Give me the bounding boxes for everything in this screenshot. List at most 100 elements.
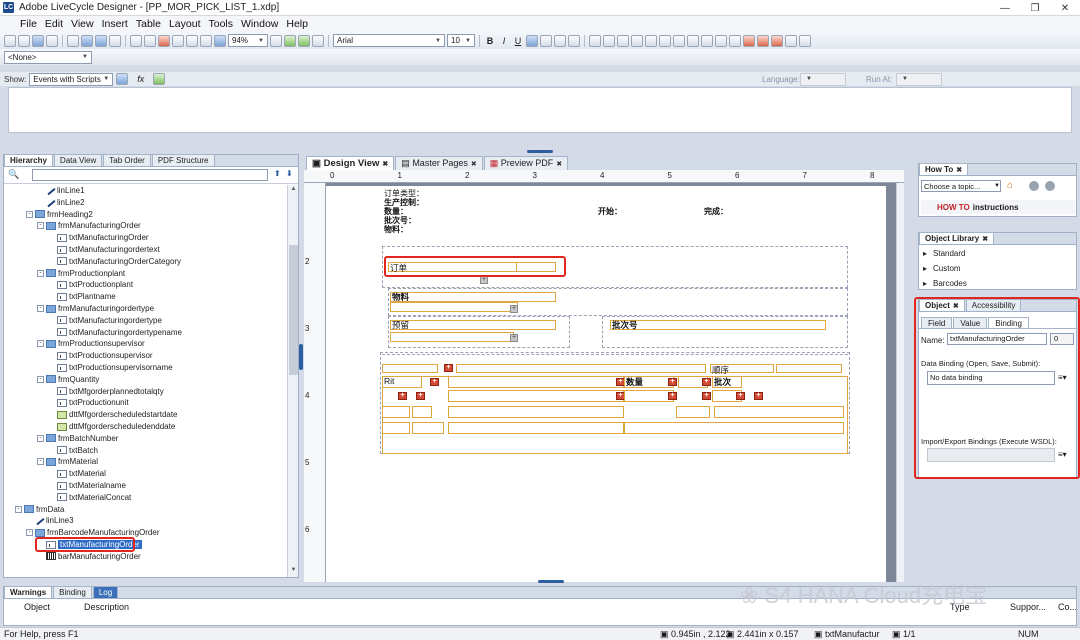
zoom-in-icon[interactable]: [270, 34, 282, 47]
menu-layout[interactable]: Layout: [165, 18, 205, 30]
menu-window[interactable]: Window: [237, 18, 282, 30]
bold-button[interactable]: B: [484, 36, 496, 46]
expand-icon[interactable]: +: [510, 334, 518, 342]
align-left-icon[interactable]: [526, 34, 538, 47]
expand-icon[interactable]: +: [416, 392, 425, 400]
scroll-up-icon[interactable]: ▲: [289, 186, 298, 195]
check-syntax-icon[interactable]: [153, 73, 166, 85]
splitter-handle[interactable]: [527, 150, 553, 153]
tab-log[interactable]: Log: [92, 586, 119, 598]
refresh-icon[interactable]: [298, 34, 310, 47]
scroll-down-icon[interactable]: ▼: [289, 567, 298, 576]
scrollbar-thumb[interactable]: [289, 245, 298, 375]
design-canvas[interactable]: 订单类型： 生产控制： 数量： 批次号： 物料： 开始： 完成： 订单 + 物料…: [304, 170, 904, 582]
collapse-icon[interactable]: -: [15, 505, 22, 513]
tree-item[interactable]: txtManufacturingordertype: [57, 315, 162, 326]
grid-icon[interactable]: [130, 34, 142, 47]
tree-item[interactable]: - frmProductionsupervisor: [37, 338, 145, 349]
tree-item[interactable]: txtProductionunit: [57, 397, 129, 408]
close-button[interactable]: ✕: [1050, 0, 1080, 16]
menu-help[interactable]: Help: [282, 18, 312, 30]
tools-icon[interactable]: [312, 34, 324, 47]
show-events-select[interactable]: Events with Scripts ▼: [29, 72, 114, 86]
expand-icon[interactable]: +: [702, 392, 711, 400]
expand-icon[interactable]: +: [668, 378, 677, 386]
italic-button[interactable]: I: [498, 36, 510, 46]
redo-icon[interactable]: [95, 34, 107, 47]
zoom-out-icon[interactable]: [214, 34, 226, 47]
cell[interactable]: [448, 376, 624, 388]
tab-binding[interactable]: Binding: [53, 586, 92, 598]
cell[interactable]: [676, 406, 710, 418]
hierarchy-scrollbar[interactable]: ▲ ▼: [287, 185, 298, 577]
table-icon[interactable]: [144, 34, 156, 47]
font-name-select[interactable]: Arial ▼: [333, 34, 445, 47]
script-editor[interactable]: [8, 87, 1072, 133]
open-icon[interactable]: [18, 34, 30, 47]
column-object[interactable]: Object: [24, 602, 50, 612]
bottom-splitter-handle[interactable]: [538, 580, 564, 583]
field-batch[interactable]: [610, 320, 826, 330]
search-icon[interactable]: 🔍: [8, 169, 19, 179]
collapse-icon[interactable]: -: [37, 458, 44, 466]
tree-item[interactable]: - frmMaterial: [37, 456, 98, 467]
collapse-icon[interactable]: -: [37, 375, 44, 383]
align-objects-top-icon[interactable]: [617, 34, 629, 47]
cell[interactable]: [776, 364, 842, 373]
home-icon[interactable]: ⌂: [1007, 180, 1013, 191]
tab-design-view[interactable]: ▣ Design View ✖: [306, 156, 395, 170]
cell[interactable]: [382, 406, 410, 418]
tab-hierarchy[interactable]: Hierarchy: [4, 154, 53, 166]
cell[interactable]: [456, 364, 706, 373]
tree-item[interactable]: - frmManufacturingOrder: [37, 220, 141, 231]
new-icon[interactable]: [4, 34, 16, 47]
align-objects-right-icon[interactable]: [603, 34, 615, 47]
ungroup-icon[interactable]: [785, 34, 797, 47]
color-icon[interactable]: [158, 34, 170, 47]
library-item-custom[interactable]: ▸ Custom: [923, 264, 961, 273]
menu-tools[interactable]: Tools: [205, 18, 238, 30]
design-scrollbar[interactable]: [896, 183, 904, 582]
align-right-icon[interactable]: [554, 34, 566, 47]
align-justify-icon[interactable]: [568, 34, 580, 47]
cell[interactable]: [382, 364, 438, 373]
close-icon[interactable]: ✖: [982, 236, 988, 243]
save-icon[interactable]: [32, 34, 44, 47]
align-objects-bottom-icon[interactable]: [631, 34, 643, 47]
close-icon[interactable]: ✖: [956, 167, 962, 174]
hierarchy-search-input[interactable]: [32, 169, 268, 181]
make-same-height-icon[interactable]: [715, 34, 727, 47]
collapse-icon[interactable]: -: [37, 269, 44, 277]
center-horizontal-icon[interactable]: [645, 34, 657, 47]
cell[interactable]: [412, 422, 444, 434]
choose-topic-select[interactable]: Choose a topic... ▼: [921, 180, 1001, 192]
run-at-select[interactable]: ▼: [896, 72, 942, 86]
tree-item[interactable]: - frmBatchNumber: [37, 433, 118, 444]
undo-icon[interactable]: [81, 34, 93, 47]
close-icon[interactable]: ✖: [471, 161, 477, 168]
tree-item[interactable]: txtProductionplant: [57, 279, 133, 290]
fit-page-icon[interactable]: [186, 34, 198, 47]
menu-insert[interactable]: Insert: [98, 18, 132, 30]
make-same-size-icon[interactable]: [729, 34, 741, 47]
minimize-button[interactable]: —: [990, 0, 1020, 16]
tree-item[interactable]: txtMaterialConcat: [57, 492, 131, 503]
library-item-standard[interactable]: ▸ Standard: [923, 249, 965, 258]
make-same-width-icon[interactable]: [701, 34, 713, 47]
cell[interactable]: [448, 422, 624, 434]
menu-view[interactable]: View: [67, 18, 98, 30]
cut-icon[interactable]: [67, 34, 79, 47]
back-icon[interactable]: [1029, 181, 1039, 191]
layout-icon[interactable]: [799, 34, 811, 47]
tree-item[interactable]: txtProductionsupervisorname: [57, 362, 173, 373]
tree-item[interactable]: - frmQuantity: [37, 374, 99, 385]
expand-icon[interactable]: +: [736, 392, 745, 400]
arrow-up-icon[interactable]: ⬆: [274, 169, 281, 178]
tree-item[interactable]: txtManufacturingordertypename: [57, 327, 182, 338]
tree-item[interactable]: linLine3: [34, 515, 74, 526]
collapse-icon[interactable]: -: [37, 434, 44, 442]
field-material-name[interactable]: [390, 302, 518, 312]
tree-item[interactable]: txtMaterial: [57, 468, 106, 479]
collapse-icon[interactable]: -: [37, 340, 44, 348]
tree-item[interactable]: - frmData: [15, 504, 64, 515]
